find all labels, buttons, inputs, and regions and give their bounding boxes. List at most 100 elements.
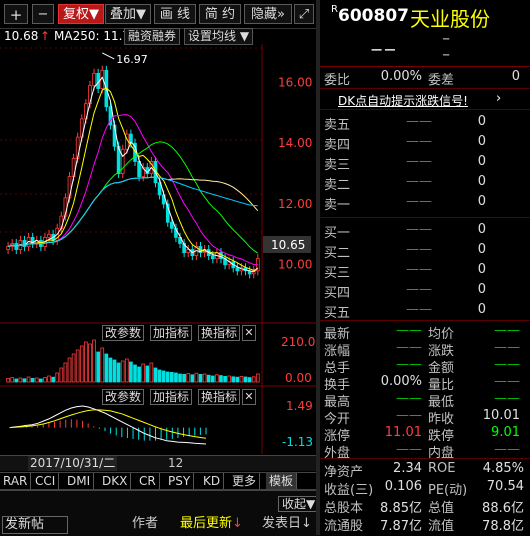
fin-value: 4.85% bbox=[482, 461, 524, 476]
volume-bar bbox=[186, 373, 191, 383]
sell-volume: 0 bbox=[477, 174, 486, 189]
tab-dmi[interactable]: DMI bbox=[64, 473, 95, 489]
new-post-button[interactable]: 发新帖 bbox=[2, 516, 68, 534]
volume-bar bbox=[161, 370, 166, 383]
volume-tick-label: 0.00 bbox=[285, 371, 312, 385]
buy-price: —— bbox=[406, 262, 432, 277]
volume-bar bbox=[231, 376, 236, 383]
tab-kd[interactable]: KD bbox=[200, 473, 225, 489]
stat-value: —— bbox=[494, 340, 520, 355]
sell-price: —— bbox=[406, 194, 432, 209]
volume-bar bbox=[88, 343, 92, 383]
volume-bar bbox=[247, 377, 252, 383]
buy-volume: 0 bbox=[477, 302, 486, 317]
close-icon[interactable]: ✕ bbox=[242, 389, 256, 405]
post-date-column[interactable]: 发表日↓ bbox=[262, 516, 312, 532]
volume-bar bbox=[194, 372, 199, 383]
volume-bar bbox=[145, 365, 150, 383]
sell-level-label: 卖五 bbox=[324, 118, 351, 133]
fin-value: 70.54 bbox=[486, 479, 524, 494]
volume-bar bbox=[223, 375, 227, 383]
change-param-button[interactable]: 改参数 bbox=[102, 389, 145, 405]
change-param-button[interactable]: 改参数 bbox=[102, 325, 145, 341]
volume-bar bbox=[34, 377, 39, 383]
sell-level-label: 卖三 bbox=[324, 158, 351, 173]
stat-value: 0.00% bbox=[380, 374, 422, 389]
diejia-button[interactable]: 叠加▼ bbox=[105, 4, 151, 24]
buy-price: —— bbox=[406, 242, 432, 257]
sell-volume: 0 bbox=[477, 114, 486, 129]
ma-setting-button[interactable]: 设置均线 ▼ bbox=[184, 28, 254, 45]
candle bbox=[235, 267, 240, 272]
stat-value: 9.01 bbox=[491, 425, 520, 440]
volume-bar bbox=[124, 358, 129, 383]
fuquan-button[interactable]: 复权▼ bbox=[58, 4, 104, 24]
stat-value: —— bbox=[396, 323, 422, 338]
weibi-label: 委比 bbox=[324, 73, 351, 88]
tab-cci[interactable]: CCI bbox=[32, 473, 60, 489]
draw-line-button[interactable]: 画 线 bbox=[154, 4, 196, 24]
tab-psy[interactable]: PSY bbox=[165, 473, 195, 489]
close-icon[interactable]: ✕ bbox=[242, 325, 256, 341]
quote-stats: 最新 —— 均价 —— 涨幅 —— 涨跌 —— 总手 —— 金额 —— 换手 0.00% 量比 —— 最高 —— 最… bbox=[320, 320, 530, 461]
stock-name: 天业股份 bbox=[410, 7, 490, 31]
volume-bar bbox=[92, 339, 96, 383]
switch-indicator-button[interactable]: 换指标 bbox=[198, 389, 241, 405]
margin-trading-button[interactable]: 融资融券 bbox=[124, 28, 181, 45]
sort-down-icon: ↓ bbox=[232, 516, 243, 531]
fin-value: 7.87亿 bbox=[380, 519, 422, 534]
buy-level-label: 买一 bbox=[324, 226, 351, 241]
stat-value: —— bbox=[396, 340, 422, 355]
dk-signal-link[interactable]: DK点自动提示涨跌信号! › bbox=[320, 88, 530, 110]
price-placeholder: −− bbox=[370, 40, 397, 59]
volume-bar bbox=[235, 376, 240, 383]
volume-bar bbox=[104, 353, 109, 383]
volume-bar bbox=[75, 349, 80, 383]
fin-label: PE(动) bbox=[428, 483, 468, 498]
tab-cr[interactable]: CR bbox=[136, 473, 160, 489]
volume-bar bbox=[202, 373, 207, 383]
simple-button[interactable]: 简 约 bbox=[199, 4, 241, 24]
volume-bar bbox=[6, 377, 10, 383]
stat-value: 10.01 bbox=[482, 408, 520, 423]
stat-value: —— bbox=[494, 391, 520, 406]
order-book-divider bbox=[320, 217, 530, 218]
add-button[interactable]: + bbox=[4, 4, 28, 24]
stat-value: —— bbox=[494, 323, 520, 338]
volume-bar bbox=[22, 378, 27, 383]
add-indicator-button[interactable]: 加指标 bbox=[150, 325, 193, 341]
volume-bar bbox=[67, 357, 72, 383]
add-indicator-button[interactable]: 加指标 bbox=[150, 389, 193, 405]
volume-bar bbox=[137, 366, 141, 383]
stat-value: —— bbox=[396, 442, 422, 457]
volume-bar bbox=[255, 373, 260, 383]
chevron-down-icon: ▼ bbox=[239, 29, 250, 43]
tab-more[interactable]: 更多 bbox=[229, 473, 261, 489]
volume-bar bbox=[174, 372, 178, 383]
volume-bar bbox=[190, 374, 195, 383]
current-price: 10.68 bbox=[4, 29, 39, 43]
stat-value: —— bbox=[494, 357, 520, 372]
last-update-column[interactable]: 最后更新↓ bbox=[180, 516, 243, 532]
expand-icon[interactable]: ⤢ bbox=[294, 4, 314, 24]
fuquan-label: 复权 bbox=[62, 7, 89, 22]
fin-value: 78.8亿 bbox=[482, 519, 524, 534]
subtract-button[interactable]: − bbox=[32, 4, 54, 24]
author-column[interactable]: 作者 bbox=[132, 516, 158, 532]
stat-value: —— bbox=[396, 408, 422, 423]
buy-volume: 0 bbox=[477, 222, 486, 237]
buy-level-label: 买五 bbox=[324, 306, 351, 321]
tab-dkx[interactable]: DKX bbox=[99, 473, 132, 489]
candle bbox=[120, 148, 125, 174]
tab-rar[interactable]: RAR bbox=[0, 473, 32, 489]
weicha-label: 委差 bbox=[428, 73, 455, 88]
hide-button[interactable]: 隐藏» bbox=[244, 4, 292, 24]
collapse-button[interactable]: 收起▼ bbox=[278, 496, 320, 512]
stat-value: 11.01 bbox=[384, 425, 422, 440]
volume-bar bbox=[129, 361, 133, 383]
tab-template[interactable]: 模板 bbox=[266, 473, 298, 489]
volume-bar bbox=[39, 378, 43, 383]
chart-toolbar: + − 复权▼ 叠加▼ 画 线 简 约 隐藏» ⤢ bbox=[0, 0, 318, 29]
switch-indicator-button[interactable]: 换指标 bbox=[198, 325, 241, 341]
fin-value: 0.106 bbox=[384, 479, 422, 494]
